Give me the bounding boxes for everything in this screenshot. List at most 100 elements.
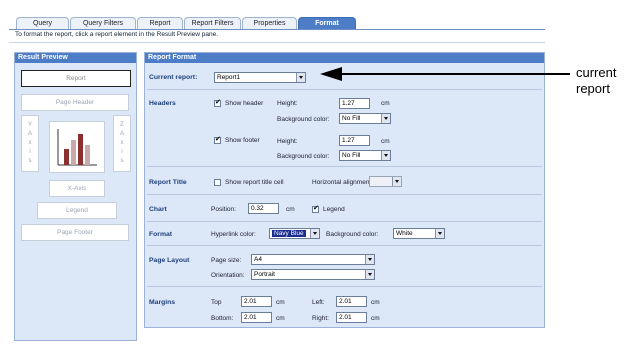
tab-query[interactable]: Query xyxy=(16,17,69,29)
show-title-cell-checkbox[interactable] xyxy=(214,179,221,186)
instruction-text: To format the report, click a report ele… xyxy=(15,31,219,38)
annotation-current-report: current report xyxy=(576,65,616,97)
margin-bottom-unit: cm xyxy=(276,315,285,322)
bg-color-label: Background color: xyxy=(326,231,379,238)
report-title-label: Report Title xyxy=(149,179,187,186)
margin-right-input[interactable]: 2.01 xyxy=(336,312,367,323)
horizontal-alignment-label: Horizontal alignment xyxy=(312,179,372,186)
footer-bg-value: No Fill xyxy=(342,152,361,159)
preview-y-axis[interactable]: Y A x i s xyxy=(21,115,39,172)
y-axis-char: x xyxy=(28,140,32,146)
show-title-cell-label: Show report title cell xyxy=(225,179,284,186)
footer-height-input[interactable]: 1.27 xyxy=(339,135,370,146)
report-format-panel: Report Format Current report: Report1 He… xyxy=(144,52,545,328)
bg-color-select[interactable]: White xyxy=(393,228,445,239)
footer-bg-select[interactable]: No Fill xyxy=(339,150,391,161)
tab-query-filters[interactable]: Query Filters xyxy=(70,17,136,29)
report-format-title: Report Format xyxy=(145,53,544,63)
header-bg-select[interactable]: No Fill xyxy=(339,113,391,124)
preview-chart[interactable] xyxy=(49,121,105,173)
preview-x-axis[interactable]: X-Axis xyxy=(49,180,105,197)
divider xyxy=(147,286,542,287)
chevron-down-icon xyxy=(381,114,390,123)
preview-page-footer[interactable]: Page Footer xyxy=(21,224,129,241)
page-size-select[interactable]: A4 xyxy=(251,254,375,265)
page-layout-label: Page Layout xyxy=(149,257,190,264)
current-report-value: Report1 xyxy=(217,74,241,81)
orientation-select[interactable]: Portrait xyxy=(251,269,375,280)
z-axis-char: x xyxy=(120,140,124,146)
format-label: Format xyxy=(149,231,173,238)
divider xyxy=(147,89,542,90)
current-report-label: Current report: xyxy=(149,74,198,81)
chevron-down-icon xyxy=(296,73,305,82)
z-axis-char: s xyxy=(120,158,124,164)
margin-bottom-input[interactable]: 2.01 xyxy=(241,312,272,323)
z-axis-char: i xyxy=(121,149,123,155)
divider xyxy=(147,194,542,195)
preview-page-header[interactable]: Page Header xyxy=(21,94,129,111)
show-header-label: Show header xyxy=(225,100,264,107)
chart-position-label: Position: xyxy=(211,206,236,213)
page-size-label: Page size: xyxy=(211,257,242,264)
margin-top-unit: cm xyxy=(276,299,285,306)
margin-left-label: Left: xyxy=(312,299,325,306)
header-height-input[interactable]: 1.27 xyxy=(339,98,370,109)
bg-color-value: White xyxy=(396,230,413,237)
chevron-down-icon xyxy=(365,270,374,279)
preview-report[interactable]: Report xyxy=(21,70,131,87)
show-footer-checkbox[interactable] xyxy=(214,135,221,144)
arrow-icon xyxy=(320,67,570,81)
y-axis-char: Y xyxy=(27,122,32,128)
divider xyxy=(147,221,542,222)
margin-right-label: Right: xyxy=(312,315,329,322)
page-size-value: A4 xyxy=(254,256,262,263)
result-preview-title: Result Preview xyxy=(15,53,136,63)
header-height-unit: cm xyxy=(381,100,390,107)
margin-left-input[interactable]: 2.01 xyxy=(336,296,367,307)
chevron-down-icon xyxy=(365,255,374,264)
y-axis-char: i xyxy=(29,149,31,155)
legend-checkbox[interactable] xyxy=(312,204,319,213)
hyperlink-color-value: Navy Blue xyxy=(272,230,306,237)
tab-report-filters[interactable]: Report Filters xyxy=(184,17,241,29)
header-bg-value: No Fill xyxy=(342,115,361,122)
annotation-line: report xyxy=(576,81,610,96)
result-preview-panel: Result Preview Report Page Header Y A x … xyxy=(14,52,137,341)
y-axis-char: s xyxy=(28,158,32,164)
instruction-divider xyxy=(9,42,545,43)
divider xyxy=(147,166,542,167)
tab-format[interactable]: Format xyxy=(298,17,356,29)
horizontal-alignment-select[interactable] xyxy=(369,176,402,187)
headers-label: Headers xyxy=(149,100,176,107)
current-report-select[interactable]: Report1 xyxy=(214,72,306,83)
preview-z-axis[interactable]: Z A x i s xyxy=(113,115,131,172)
orientation-value: Portrait xyxy=(254,271,275,278)
chart-label: Chart xyxy=(149,206,167,213)
margin-top-label: Top xyxy=(211,299,222,306)
chart-position-input[interactable]: 0.32 xyxy=(248,203,279,214)
show-header-checkbox[interactable] xyxy=(214,98,221,107)
chart-position-unit: cm xyxy=(286,206,295,213)
preview-legend[interactable]: Legend xyxy=(37,202,117,219)
chevron-down-icon xyxy=(381,151,390,160)
margin-left-unit: cm xyxy=(371,299,380,306)
chevron-down-icon xyxy=(435,229,444,238)
tab-divider xyxy=(9,29,545,30)
footer-height-unit: cm xyxy=(381,138,390,145)
chevron-down-icon xyxy=(392,177,401,186)
footer-bg-label: Background color: xyxy=(277,153,330,160)
show-footer-label: Show footer xyxy=(225,137,260,144)
y-axis-char: A xyxy=(27,131,32,137)
hyperlink-color-label: Hyperlink color: xyxy=(211,231,256,238)
hyperlink-color-select[interactable]: Navy Blue xyxy=(269,228,320,239)
legend-label: Legend xyxy=(323,206,345,213)
margin-top-input[interactable]: 2.01 xyxy=(241,296,272,307)
annotation-line: current xyxy=(576,65,617,80)
tab-properties[interactable]: Properties xyxy=(242,17,297,29)
tab-report[interactable]: Report xyxy=(137,17,183,29)
margin-right-unit: cm xyxy=(371,315,380,322)
header-bg-label: Background color: xyxy=(277,116,330,123)
orientation-label: Orientation: xyxy=(211,272,245,279)
z-axis-char: Z xyxy=(120,122,124,128)
